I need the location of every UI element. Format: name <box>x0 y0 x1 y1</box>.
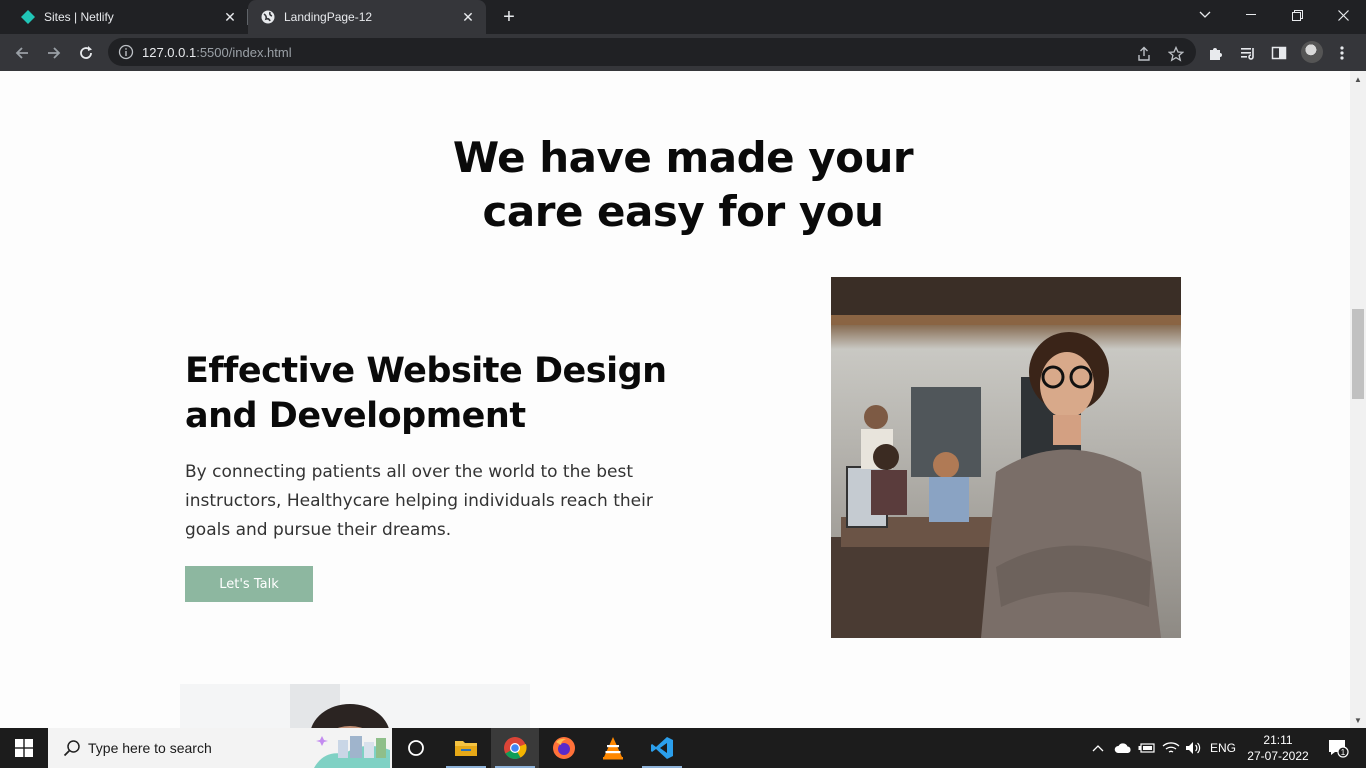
search-icon <box>62 738 82 758</box>
tab-netlify[interactable]: Sites | Netlify ✕ <box>8 0 248 34</box>
url-text: 127.0.0.1:5500/index.html <box>142 45 292 60</box>
second-feature-photo <box>180 684 530 728</box>
system-clock[interactable]: 21:11 27-07-2022 <box>1240 732 1316 764</box>
scrollbar-thumb[interactable] <box>1352 309 1364 399</box>
section-heading: We have made your care easy for you <box>0 131 1350 239</box>
scroll-down-arrow-icon[interactable]: ▼ <box>1350 712 1366 728</box>
page-scrollbar[interactable]: ▲ ▼ <box>1350 71 1366 728</box>
chrome-icon[interactable] <box>491 728 539 768</box>
forward-button[interactable] <box>40 39 68 67</box>
feature-title-line-2: and Development <box>185 396 526 436</box>
notification-center-icon[interactable]: 1 <box>1318 728 1358 768</box>
windows-taskbar: Type here to search ENG 21:11 27-07-2022… <box>0 728 1366 768</box>
wifi-icon[interactable] <box>1160 728 1182 768</box>
bookmark-star-icon[interactable] <box>1164 42 1188 66</box>
minimize-button[interactable] <box>1228 0 1274 30</box>
battery-icon[interactable] <box>1136 728 1158 768</box>
media-queue-icon[interactable] <box>1237 42 1259 64</box>
close-icon[interactable]: ✕ <box>458 7 478 27</box>
vlc-icon[interactable] <box>589 728 637 768</box>
feature-title-line-1: Effective Website Design <box>185 351 667 391</box>
side-panel-icon[interactable] <box>1268 42 1290 64</box>
feature-description: By connecting patients all over the worl… <box>185 462 653 540</box>
input-language[interactable]: ENG <box>1208 728 1238 768</box>
heading-line-1: We have made your <box>452 133 914 182</box>
search-placeholder: Type here to search <box>88 740 212 756</box>
file-explorer-icon[interactable] <box>442 728 490 768</box>
tab-title: Sites | Netlify <box>44 10 114 24</box>
reload-button[interactable] <box>72 39 100 67</box>
page-viewport: We have made your care easy for you Effe… <box>0 71 1350 728</box>
volume-icon[interactable] <box>1183 728 1205 768</box>
clock-time: 21:11 <box>1263 733 1293 747</box>
show-hidden-icons-chevron-icon[interactable] <box>1088 728 1108 768</box>
info-icon[interactable] <box>118 44 134 60</box>
menu-kebab-icon[interactable] <box>1331 42 1353 64</box>
scroll-up-arrow-icon[interactable]: ▲ <box>1350 71 1366 87</box>
taskbar-search-box[interactable]: Type here to search <box>48 728 392 768</box>
browser-toolbar: 127.0.0.1:5500/index.html <box>0 34 1366 71</box>
windows-logo-icon <box>15 739 33 757</box>
tab-title: LandingPage-12 <box>284 10 373 24</box>
lets-talk-button[interactable]: Let's Talk <box>185 566 313 602</box>
heading-line-2: care easy for you <box>482 187 884 236</box>
netlify-icon <box>20 9 36 25</box>
vscode-icon[interactable] <box>638 728 686 768</box>
address-bar[interactable]: 127.0.0.1:5500/index.html <box>108 38 1196 66</box>
globe-icon <box>260 9 276 25</box>
url-host: 127.0.0.1 <box>142 44 197 60</box>
url-path: :5500/index.html <box>196 44 292 60</box>
clock-date: 27-07-2022 <box>1247 749 1309 763</box>
task-view-icon[interactable] <box>392 728 440 768</box>
onedrive-cloud-icon[interactable] <box>1112 728 1134 768</box>
search-highlight-illustration-icon <box>314 736 390 768</box>
tab-strip: Sites | Netlify ✕ LandingPage-12 ✕ + <box>0 0 1366 34</box>
restore-button[interactable] <box>1274 0 1320 30</box>
feature-title: Effective Website Design and Development <box>185 349 705 439</box>
share-icon[interactable] <box>1132 42 1156 66</box>
profile-avatar[interactable] <box>1301 41 1323 63</box>
extensions-puzzle-icon[interactable] <box>1205 42 1227 64</box>
notification-badge: 1 <box>1341 748 1346 757</box>
tab-search-chevron-icon[interactable] <box>1182 0 1228 30</box>
close-window-button[interactable] <box>1320 0 1366 30</box>
new-tab-button[interactable]: + <box>497 5 521 29</box>
firefox-icon[interactable] <box>540 728 588 768</box>
tab-landingpage[interactable]: LandingPage-12 ✕ <box>248 0 486 34</box>
back-button[interactable] <box>8 39 36 67</box>
team-office-photo <box>831 277 1181 638</box>
start-button[interactable] <box>0 728 48 768</box>
close-icon[interactable]: ✕ <box>220 7 240 27</box>
